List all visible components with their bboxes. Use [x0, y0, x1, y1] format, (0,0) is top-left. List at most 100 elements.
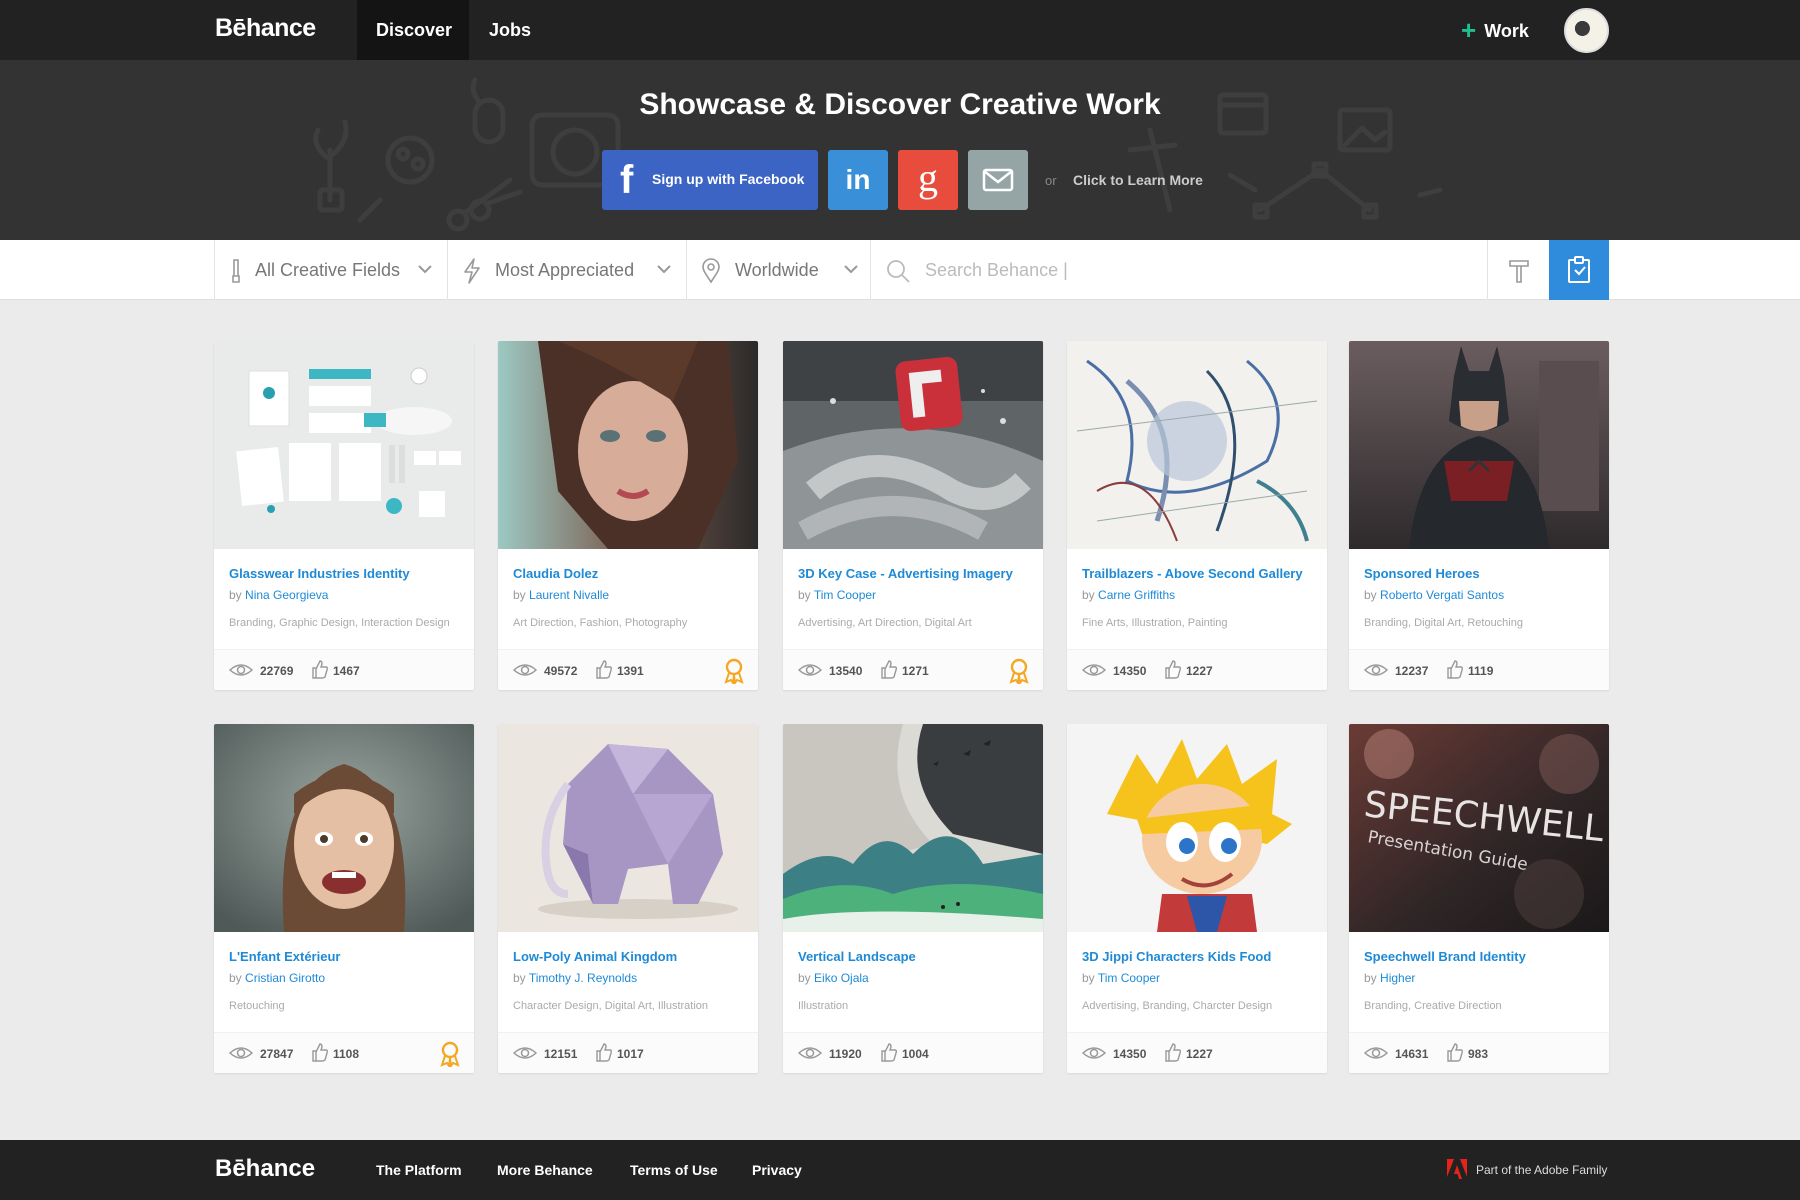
by-label: by — [1082, 588, 1095, 602]
project-title[interactable]: Sponsored Heroes — [1364, 566, 1599, 581]
project-card[interactable]: 3D Jippi Characters Kids Food by Tim Coo… — [1067, 724, 1327, 1073]
email-signup-button[interactable] — [968, 150, 1028, 210]
project-owner: by Tim Cooper — [1082, 971, 1160, 985]
author-link[interactable]: Cristian Girotto — [245, 971, 325, 985]
thumbs-up-icon — [1447, 1043, 1464, 1062]
project-card[interactable]: Trailblazers - Above Second Gallery by C… — [1067, 341, 1327, 690]
search-icon — [887, 260, 910, 283]
author-link[interactable]: Eiko Ojala — [814, 971, 869, 985]
project-card[interactable]: Claudia Dolez by Laurent Nivalle Art Dir… — [498, 341, 758, 690]
project-fields: Retouching — [229, 1000, 285, 1012]
author-link[interactable]: Roberto Vergati Santos — [1380, 588, 1504, 602]
sort-label: Most Appreciated — [495, 260, 635, 280]
project-thumbnail[interactable] — [1349, 341, 1609, 549]
project-title[interactable]: 3D Jippi Characters Kids Food — [1082, 949, 1317, 964]
hero-banner: Showcase & Discover Creative Work f Sign… — [0, 60, 1800, 240]
footer-link-more-behance[interactable]: More Behance — [497, 1140, 593, 1200]
behance-logo[interactable]: Bēhance — [215, 14, 316, 43]
project-card[interactable]: 3D Key Case - Advertising Imagery by Tim… — [783, 341, 1043, 690]
project-fields: Branding, Digital Art, Retouching — [1364, 617, 1523, 629]
like-count: 1004 — [902, 1047, 929, 1061]
creative-fields-dropdown[interactable]: All Creative Fields — [214, 240, 447, 300]
thumbs-up-icon — [1447, 660, 1464, 679]
project-thumbnail[interactable] — [214, 341, 474, 549]
footer-link-terms[interactable]: Terms of Use — [630, 1140, 718, 1200]
view-count: 12151 — [544, 1047, 578, 1061]
tab-jobs[interactable]: Jobs — [470, 0, 550, 60]
sort-dropdown[interactable]: Most Appreciated — [447, 240, 686, 300]
project-title[interactable]: Vertical Landscape — [798, 949, 1033, 964]
project-title[interactable]: 3D Key Case - Advertising Imagery — [798, 566, 1033, 581]
tab-discover[interactable]: Discover — [357, 0, 469, 60]
project-card[interactable]: Glasswear Industries Identity by Nina Ge… — [214, 341, 474, 690]
project-card[interactable]: L'Enfant Extérieur by Cristian Girotto R… — [214, 724, 474, 1073]
project-stats: 14350 1227 — [1067, 649, 1327, 690]
facebook-signup-button[interactable]: f Sign up with Facebook — [602, 150, 818, 210]
location-pin-icon — [702, 258, 720, 284]
location-dropdown[interactable]: Worldwide — [686, 240, 870, 300]
project-stats: 14631 983 — [1349, 1032, 1609, 1073]
project-title[interactable]: Trailblazers - Above Second Gallery — [1082, 566, 1317, 581]
google-signup-button[interactable]: g — [898, 150, 958, 210]
author-link[interactable]: Tim Cooper — [1098, 971, 1160, 985]
project-thumbnail[interactable] — [783, 341, 1043, 549]
thumbs-up-icon — [312, 660, 329, 679]
facebook-icon: f — [620, 158, 634, 202]
project-title[interactable]: Claudia Dolez — [513, 566, 748, 581]
learn-more-link[interactable]: Click to Learn More — [1073, 172, 1203, 188]
project-thumbnail[interactable] — [498, 341, 758, 549]
project-card[interactable]: SPEECHWELL Presentation Guide Speechwell… — [1349, 724, 1609, 1073]
adobe-family-label[interactable]: Part of the Adobe Family — [1476, 1140, 1607, 1200]
view-count: 14631 — [1395, 1047, 1429, 1061]
project-owner: by Laurent Nivalle — [513, 588, 609, 602]
project-title[interactable]: Speechwell Brand Identity — [1364, 949, 1599, 964]
project-thumbnail[interactable] — [783, 724, 1043, 932]
clipboard-button[interactable] — [1549, 240, 1609, 300]
author-link[interactable]: Higher — [1380, 971, 1415, 985]
eye-icon — [228, 1047, 254, 1059]
avatar[interactable] — [1564, 8, 1609, 53]
project-card[interactable]: Low-Poly Animal Kingdom by Timothy J. Re… — [498, 724, 758, 1073]
author-link[interactable]: Nina Georgieva — [245, 588, 328, 602]
author-link[interactable]: Carne Griffiths — [1098, 588, 1175, 602]
author-link[interactable]: Timothy J. Reynolds — [529, 971, 637, 985]
project-thumbnail[interactable]: SPEECHWELL Presentation Guide — [1349, 724, 1609, 932]
view-count: 12237 — [1395, 664, 1429, 678]
tools-button[interactable] — [1487, 240, 1549, 300]
search-input[interactable]: Search Behance | — [870, 240, 1487, 300]
project-owner: by Tim Cooper — [798, 588, 876, 602]
project-card[interactable]: Vertical Landscape by Eiko Ojala Illustr… — [783, 724, 1043, 1073]
like-count: 1271 — [902, 664, 929, 678]
eye-icon — [797, 1047, 823, 1059]
footer-behance-logo[interactable]: Bēhance — [215, 1155, 315, 1183]
by-label: by — [1364, 588, 1377, 602]
project-owner: by Eiko Ojala — [798, 971, 869, 985]
author-link[interactable]: Laurent Nivalle — [529, 588, 609, 602]
project-title[interactable]: Glasswear Industries Identity — [229, 566, 464, 581]
project-thumbnail[interactable] — [1067, 341, 1327, 549]
eye-icon — [1363, 1047, 1389, 1059]
footer-link-platform[interactable]: The Platform — [376, 1140, 462, 1200]
featured-award-icon — [724, 658, 744, 684]
project-title[interactable]: L'Enfant Extérieur — [229, 949, 464, 964]
by-label: by — [229, 971, 242, 985]
project-card[interactable]: Sponsored Heroes by Roberto Vergati Sant… — [1349, 341, 1609, 690]
add-work-button[interactable]: + Work — [1461, 0, 1529, 60]
or-separator: or — [1045, 173, 1057, 188]
project-thumbnail[interactable] — [498, 724, 758, 932]
project-title[interactable]: Low-Poly Animal Kingdom — [513, 949, 748, 964]
like-count: 983 — [1468, 1047, 1489, 1061]
by-label: by — [229, 588, 242, 602]
footer-link-privacy[interactable]: Privacy — [752, 1140, 802, 1200]
by-label: by — [1364, 971, 1377, 985]
author-link[interactable]: Tim Cooper — [814, 588, 876, 602]
by-label: by — [1082, 971, 1095, 985]
project-thumbnail[interactable] — [1067, 724, 1327, 932]
thumbs-up-icon — [881, 1043, 898, 1062]
project-stats: 49572 1391 — [498, 649, 758, 690]
project-fields: Fine Arts, Illustration, Painting — [1082, 617, 1228, 629]
hero-title: Showcase & Discover Creative Work — [639, 88, 1161, 121]
search-placeholder: Search Behance | — [925, 260, 1068, 280]
linkedin-signup-button[interactable]: in — [828, 150, 888, 210]
project-thumbnail[interactable] — [214, 724, 474, 932]
